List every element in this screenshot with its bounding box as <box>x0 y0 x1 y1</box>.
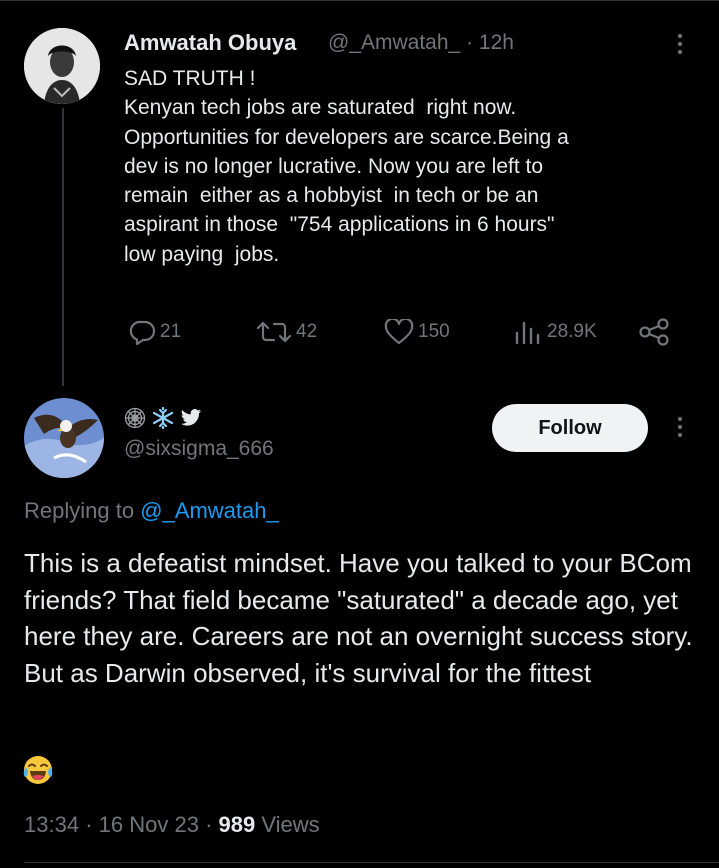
like-count: 150 <box>418 321 450 342</box>
more-icon[interactable] <box>676 417 684 441</box>
author-name[interactable]: Amwatah Obuya <box>124 30 296 56</box>
reply-views-count: 989 <box>218 812 256 837</box>
reply-avatar[interactable] <box>24 398 104 478</box>
reply-handle[interactable]: @sixsigma_666 <box>124 437 274 461</box>
views-chart-icon <box>515 321 540 345</box>
post-meta: 13:34 · 16 Nov 23 · 989 Views <box>24 812 320 838</box>
reply-icon <box>129 320 156 345</box>
repost-count: 42 <box>296 321 318 342</box>
reply-views-label: Views <box>261 812 320 837</box>
reply-date[interactable]: 16 Nov 23 <box>99 812 199 837</box>
separator-dot: · <box>466 31 474 54</box>
views-button[interactable]: 28.9K <box>513 316 597 348</box>
spiderweb-emoji <box>124 407 146 429</box>
views-count: 28.9K <box>547 321 597 342</box>
author-handle-time: @_Amwatah_ · 12h <box>328 31 514 55</box>
heart-icon <box>384 319 414 345</box>
reply-button[interactable]: 21 <box>128 316 181 348</box>
replying-to-line: Replying to @_Amwatah_ <box>24 498 279 524</box>
laughing-tears-emoji <box>22 754 54 791</box>
more-icon[interactable] <box>676 34 684 58</box>
repost-icon <box>256 321 292 343</box>
replying-to-prefix: Replying to <box>24 498 135 523</box>
top-divider <box>0 0 719 1</box>
follow-button[interactable]: Follow <box>492 404 648 452</box>
repost-button[interactable]: 42 <box>256 316 317 348</box>
tweet-text: SAD TRUTH ! Kenyan tech jobs are saturat… <box>124 67 569 266</box>
like-button[interactable]: 150 <box>384 316 450 348</box>
separator-dot: · <box>85 812 93 837</box>
author-avatar[interactable] <box>24 28 100 104</box>
bottom-divider <box>24 862 719 863</box>
twitter-bird-icon <box>180 409 202 426</box>
separator-dot: · <box>205 812 213 837</box>
reply-time[interactable]: 13:34 <box>24 812 79 837</box>
post-time[interactable]: 12h <box>479 31 514 54</box>
thread-connector-line <box>62 108 64 386</box>
snowflake-emoji <box>152 407 174 429</box>
share-button[interactable] <box>638 316 670 348</box>
replying-to-handle-link[interactable]: @_Amwatah_ <box>140 498 279 523</box>
share-icon <box>639 318 669 346</box>
reply-count: 21 <box>160 321 182 342</box>
author-handle[interactable]: @_Amwatah_ <box>328 31 460 54</box>
reply-display-name[interactable] <box>124 407 202 429</box>
reply-text: This is a defeatist mindset. Have you ta… <box>24 548 693 688</box>
